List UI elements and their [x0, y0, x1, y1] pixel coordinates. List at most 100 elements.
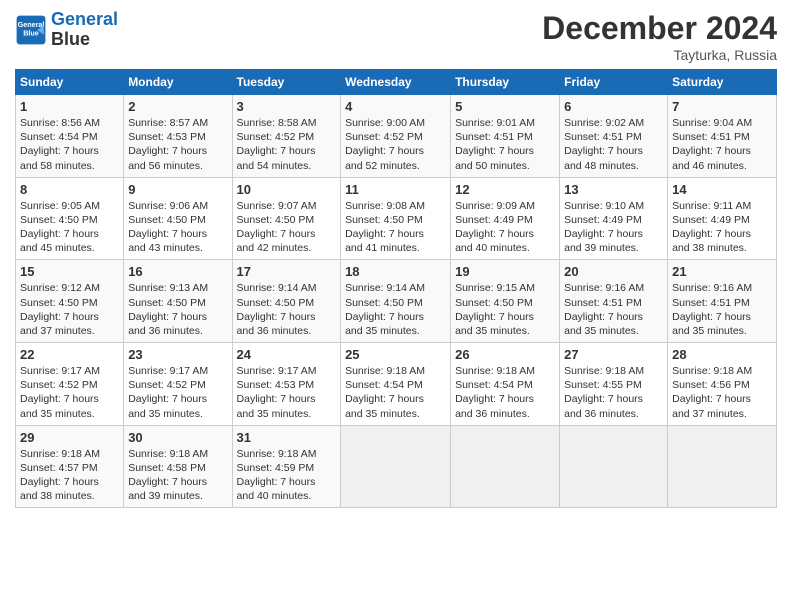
day-cell: 29Sunrise: 9:18 AM Sunset: 4:57 PM Dayli…	[16, 425, 124, 508]
day-number: 8	[20, 182, 119, 197]
day-cell: 27 Sunrise: 9:18 AM Sunset: 4:55 PM Dayli…	[560, 343, 668, 426]
header-monday: Monday	[124, 70, 232, 95]
day-info: Sunrise: 8:58 AM Sunset: 4:52 PM Dayligh…	[237, 116, 337, 173]
day-cell: 7 Sunrise: 9:04 AM Sunset: 4:51 PM Daylig…	[668, 95, 777, 178]
day-info: Sunrise: 9:09 AM Sunset: 4:49 PM Dayligh…	[455, 199, 555, 256]
header-wednesday: Wednesday	[341, 70, 451, 95]
day-number: 23	[128, 347, 227, 362]
logo: General Blue General Blue	[15, 10, 118, 50]
calendar-container: General Blue General Blue December 2024 …	[0, 0, 792, 518]
day-number: 2	[128, 99, 227, 114]
day-number: 31	[237, 430, 337, 445]
day-cell: 19Sunrise: 9:15 AM Sunset: 4:50 PM Dayli…	[451, 260, 560, 343]
day-cell	[341, 425, 451, 508]
week-row-1: 1 Sunrise: 8:56 AM Sunset: 4:54 PM Daylig…	[16, 95, 777, 178]
day-cell: 26 Sunrise: 9:18 AM Sunset: 4:54 PM Dayli…	[451, 343, 560, 426]
day-info: Sunrise: 9:14 AM Sunset: 4:50 PM Dayligh…	[237, 281, 337, 338]
day-number: 6	[564, 99, 663, 114]
day-info: Sunrise: 9:06 AM Sunset: 4:50 PM Dayligh…	[128, 199, 227, 256]
day-info: Sunrise: 8:57 AM Sunset: 4:53 PM Dayligh…	[128, 116, 227, 173]
day-info: Sunrise: 9:07 AM Sunset: 4:50 PM Dayligh…	[237, 199, 337, 256]
day-number: 13	[564, 182, 663, 197]
day-info: Sunrise: 9:08 AM Sunset: 4:50 PM Dayligh…	[345, 199, 446, 256]
logo-line2: Blue	[51, 30, 118, 50]
title-block: December 2024 Tayturka, Russia	[542, 10, 777, 63]
day-cell: 22Sunrise: 9:17 AM Sunset: 4:52 PM Dayli…	[16, 343, 124, 426]
day-info: Sunrise: 9:14 AM Sunset: 4:50 PM Dayligh…	[345, 281, 446, 338]
day-number: 10	[237, 182, 337, 197]
day-info: Sunrise: 9:18 AM Sunset: 4:55 PM Dayligh…	[564, 364, 663, 421]
header-sunday: Sunday	[16, 70, 124, 95]
day-cell: 1 Sunrise: 8:56 AM Sunset: 4:54 PM Daylig…	[16, 95, 124, 178]
day-number: 7	[672, 99, 772, 114]
day-cell: 5Sunrise: 9:01 AM Sunset: 4:51 PM Daylig…	[451, 95, 560, 178]
day-cell: 13 Sunrise: 9:10 AM Sunset: 4:49 PM Dayli…	[560, 177, 668, 260]
day-info: Sunrise: 9:12 AM Sunset: 4:50 PM Dayligh…	[20, 281, 119, 338]
day-cell: 21 Sunrise: 9:16 AM Sunset: 4:51 PM Dayli…	[668, 260, 777, 343]
day-info: Sunrise: 9:04 AM Sunset: 4:51 PM Dayligh…	[672, 116, 772, 173]
day-cell: 30 Sunrise: 9:18 AM Sunset: 4:58 PM Dayli…	[124, 425, 232, 508]
day-cell: 25 Sunrise: 9:18 AM Sunset: 4:54 PM Dayli…	[341, 343, 451, 426]
logo-text: General Blue	[51, 10, 118, 50]
day-info: Sunrise: 9:18 AM Sunset: 4:57 PM Dayligh…	[20, 447, 119, 504]
day-cell: 23 Sunrise: 9:17 AM Sunset: 4:52 PM Dayli…	[124, 343, 232, 426]
day-info: Sunrise: 9:16 AM Sunset: 4:51 PM Dayligh…	[564, 281, 663, 338]
week-row-5: 29Sunrise: 9:18 AM Sunset: 4:57 PM Dayli…	[16, 425, 777, 508]
day-info: Sunrise: 9:05 AM Sunset: 4:50 PM Dayligh…	[20, 199, 119, 256]
day-info: Sunrise: 9:17 AM Sunset: 4:53 PM Dayligh…	[237, 364, 337, 421]
header-row: SundayMondayTuesdayWednesdayThursdayFrid…	[16, 70, 777, 95]
day-number: 16	[128, 264, 227, 279]
day-cell: 9 Sunrise: 9:06 AM Sunset: 4:50 PM Daylig…	[124, 177, 232, 260]
day-number: 9	[128, 182, 227, 197]
day-info: Sunrise: 9:17 AM Sunset: 4:52 PM Dayligh…	[128, 364, 227, 421]
day-number: 4	[345, 99, 446, 114]
day-cell: 3 Sunrise: 8:58 AM Sunset: 4:52 PM Daylig…	[232, 95, 341, 178]
day-number: 28	[672, 347, 772, 362]
week-row-3: 15Sunrise: 9:12 AM Sunset: 4:50 PM Dayli…	[16, 260, 777, 343]
header-thursday: Thursday	[451, 70, 560, 95]
day-number: 14	[672, 182, 772, 197]
svg-text:General: General	[18, 20, 45, 29]
day-info: Sunrise: 9:13 AM Sunset: 4:50 PM Dayligh…	[128, 281, 227, 338]
calendar-subtitle: Tayturka, Russia	[542, 47, 777, 63]
day-cell: 16 Sunrise: 9:13 AM Sunset: 4:50 PM Dayli…	[124, 260, 232, 343]
day-info: Sunrise: 9:18 AM Sunset: 4:58 PM Dayligh…	[128, 447, 227, 504]
day-number: 3	[237, 99, 337, 114]
header-saturday: Saturday	[668, 70, 777, 95]
day-number: 20	[564, 264, 663, 279]
header-tuesday: Tuesday	[232, 70, 341, 95]
day-number: 30	[128, 430, 227, 445]
day-cell: 10 Sunrise: 9:07 AM Sunset: 4:50 PM Dayli…	[232, 177, 341, 260]
day-info: Sunrise: 9:16 AM Sunset: 4:51 PM Dayligh…	[672, 281, 772, 338]
svg-text:Blue: Blue	[23, 28, 39, 37]
day-number: 1	[20, 99, 119, 114]
day-number: 27	[564, 347, 663, 362]
day-cell: 31Sunrise: 9:18 AM Sunset: 4:59 PM Dayli…	[232, 425, 341, 508]
day-info: Sunrise: 9:15 AM Sunset: 4:50 PM Dayligh…	[455, 281, 555, 338]
day-info: Sunrise: 9:11 AM Sunset: 4:49 PM Dayligh…	[672, 199, 772, 256]
header-friday: Friday	[560, 70, 668, 95]
calendar-title: December 2024	[542, 10, 777, 47]
day-info: Sunrise: 9:00 AM Sunset: 4:52 PM Dayligh…	[345, 116, 446, 173]
day-info: Sunrise: 8:56 AM Sunset: 4:54 PM Dayligh…	[20, 116, 119, 173]
day-number: 5	[455, 99, 555, 114]
logo-line1: General	[51, 9, 118, 29]
day-info: Sunrise: 9:10 AM Sunset: 4:49 PM Dayligh…	[564, 199, 663, 256]
header-row: General Blue General Blue December 2024 …	[15, 10, 777, 63]
calendar-table: SundayMondayTuesdayWednesdayThursdayFrid…	[15, 69, 777, 508]
day-number: 21	[672, 264, 772, 279]
day-info: Sunrise: 9:02 AM Sunset: 4:51 PM Dayligh…	[564, 116, 663, 173]
day-cell: 15Sunrise: 9:12 AM Sunset: 4:50 PM Dayli…	[16, 260, 124, 343]
day-info: Sunrise: 9:18 AM Sunset: 4:54 PM Dayligh…	[345, 364, 446, 421]
day-info: Sunrise: 9:18 AM Sunset: 4:54 PM Dayligh…	[455, 364, 555, 421]
day-number: 25	[345, 347, 446, 362]
day-number: 22	[20, 347, 119, 362]
day-cell: 6 Sunrise: 9:02 AM Sunset: 4:51 PM Daylig…	[560, 95, 668, 178]
day-number: 26	[455, 347, 555, 362]
day-cell: 4 Sunrise: 9:00 AM Sunset: 4:52 PM Daylig…	[341, 95, 451, 178]
day-cell: 8 Sunrise: 9:05 AM Sunset: 4:50 PM Daylig…	[16, 177, 124, 260]
day-cell: 2 Sunrise: 8:57 AM Sunset: 4:53 PM Daylig…	[124, 95, 232, 178]
day-cell: 11Sunrise: 9:08 AM Sunset: 4:50 PM Dayli…	[341, 177, 451, 260]
week-row-2: 8 Sunrise: 9:05 AM Sunset: 4:50 PM Daylig…	[16, 177, 777, 260]
day-cell	[668, 425, 777, 508]
